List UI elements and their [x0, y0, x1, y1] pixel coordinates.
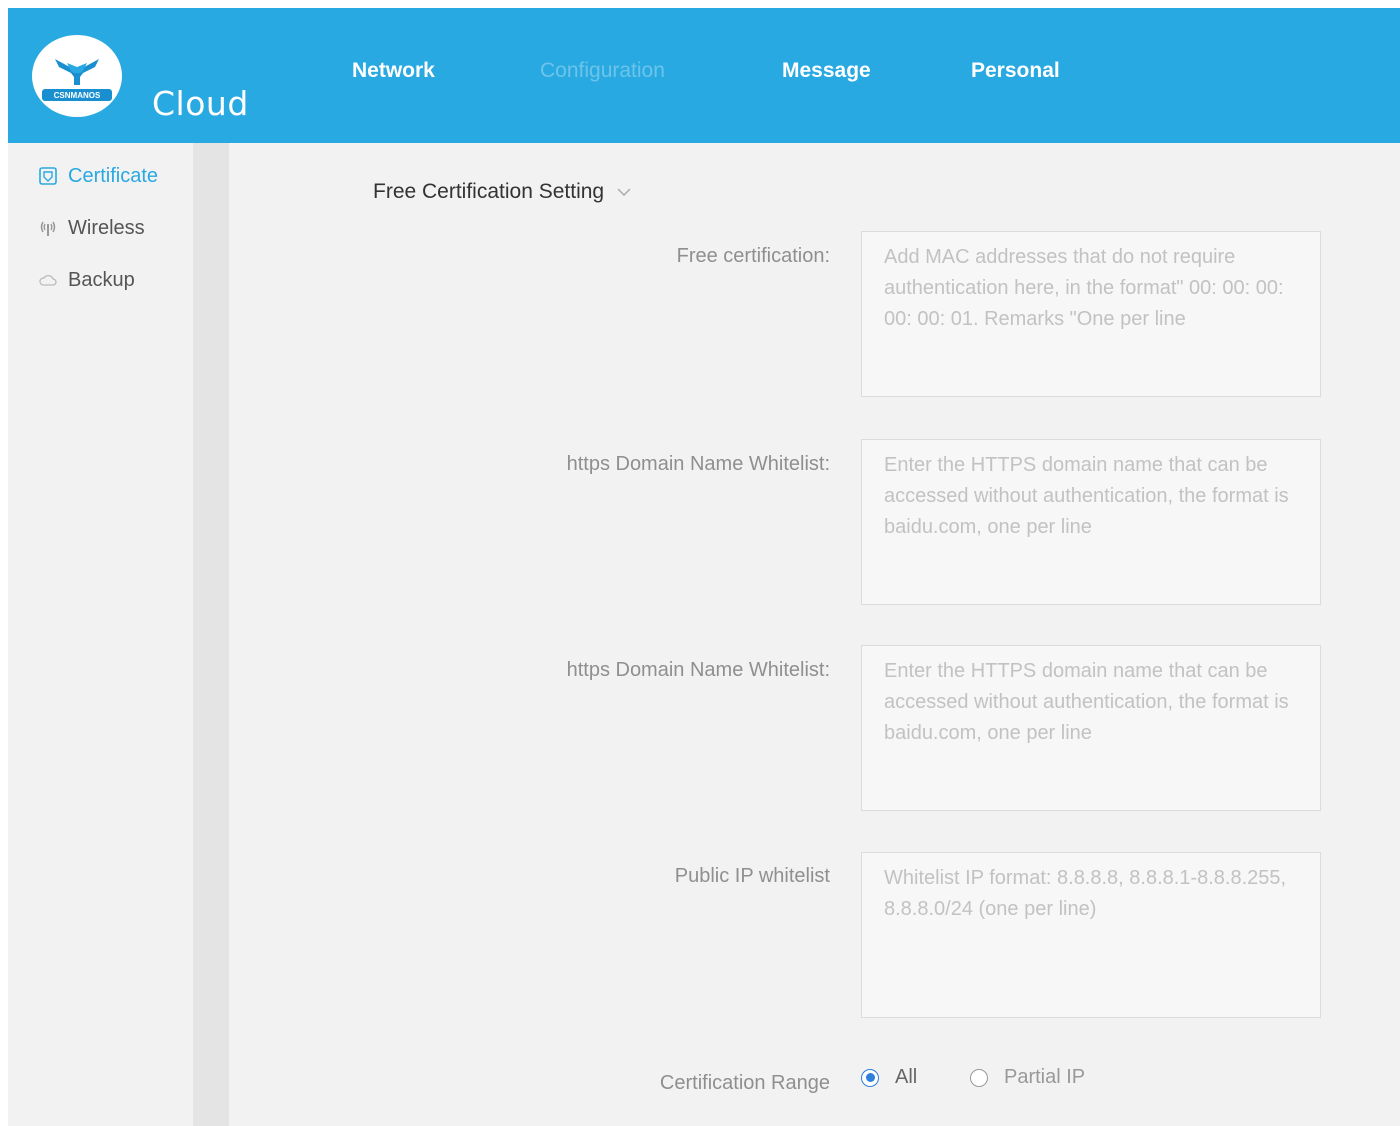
public-ip-whitelist-label: Public IP whitelist: [674, 865, 830, 887]
sidebar-item-label: Certificate: [68, 164, 159, 187]
https-whitelist-textarea-2[interactable]: [861, 645, 1321, 811]
logo-icon: CSNMANOS: [42, 59, 112, 101]
shield-icon: [38, 166, 58, 186]
sidebar-item-label: Wireless: [68, 216, 145, 239]
sidebar-item-label: Backup: [68, 268, 135, 291]
range-radio-all[interactable]: All: [861, 1066, 917, 1089]
sidebar: Certificate Wireless Backup: [8, 143, 193, 1126]
radio-unchecked-icon[interactable]: [970, 1068, 988, 1087]
sidebar-item-wireless[interactable]: Wireless: [38, 213, 145, 243]
nav-personal[interactable]: Personal: [971, 59, 1060, 83]
https-whitelist-label-2: https Domain Name Whitelist:: [566, 659, 830, 681]
section-title-dropdown[interactable]: Free Certification Setting: [373, 180, 632, 204]
top-header: CSNMANOS Cloud Network Configuration Mes…: [8, 8, 1400, 143]
https-whitelist-textarea-1[interactable]: [861, 439, 1321, 605]
nav-configuration[interactable]: Configuration: [540, 59, 665, 83]
free-certification-textarea[interactable]: [861, 231, 1321, 397]
certification-range-label: Certification Range: [659, 1072, 830, 1094]
free-certification-label: Free certification:: [676, 245, 830, 267]
sidebar-item-certificate[interactable]: Certificate: [38, 161, 158, 191]
nav-message[interactable]: Message: [782, 59, 871, 83]
app-frame: CSNMANOS Cloud Network Configuration Mes…: [8, 8, 1400, 1126]
sidebar-item-backup[interactable]: Backup: [38, 265, 135, 295]
section-title-text: Free Certification Setting: [373, 180, 605, 203]
wireless-icon: [38, 218, 58, 238]
radio-checked-icon[interactable]: [861, 1068, 879, 1087]
logo-badge-text: CSNMANOS: [54, 91, 101, 100]
https-whitelist-label-1: https Domain Name Whitelist:: [566, 453, 830, 475]
range-radio-partial-ip[interactable]: Partial IP: [970, 1066, 1085, 1089]
radio-label: All: [895, 1066, 918, 1088]
sidebar-divider: [193, 143, 229, 1126]
radio-label: Partial IP: [1004, 1066, 1086, 1088]
brand-name: Cloud: [152, 84, 249, 123]
nav-network[interactable]: Network: [352, 59, 435, 83]
cloud-icon: [38, 270, 58, 290]
brand-logo: CSNMANOS: [32, 35, 122, 117]
public-ip-whitelist-textarea[interactable]: [861, 852, 1321, 1018]
chevron-down-icon: [616, 187, 632, 197]
